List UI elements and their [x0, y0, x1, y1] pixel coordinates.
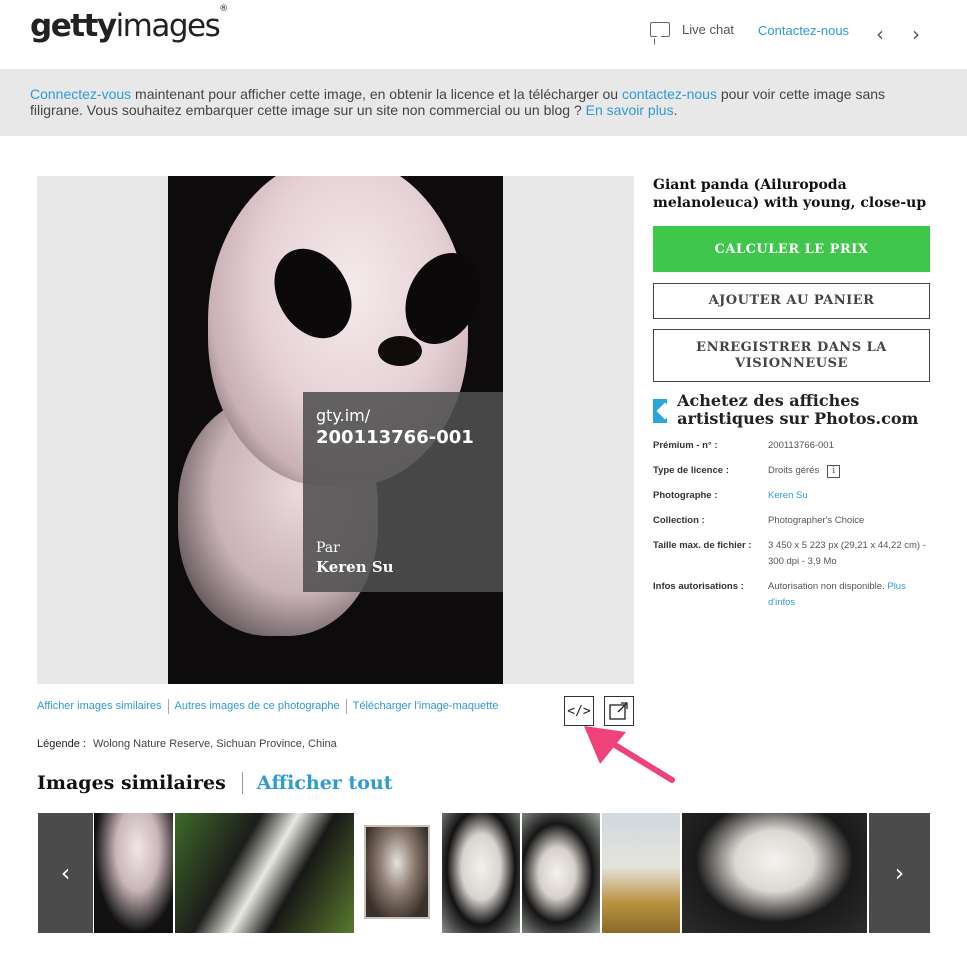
similar-images-title: Images similaires [37, 772, 226, 794]
caption-value: Wolong Nature Reserve, Sichuan Province,… [93, 738, 337, 750]
chevron-left-icon[interactable]: ‹ [876, 22, 884, 46]
purchase-panel: Giant panda (Ailuropoda melanoleuca) wit… [653, 176, 930, 608]
getty-logo[interactable]: gettyimages® [30, 4, 228, 44]
strip-next-button[interactable]: › [869, 813, 930, 933]
photos-promo[interactable]: Achetez des affiches artistiques sur Pho… [653, 392, 930, 428]
panda-nose [378, 336, 422, 366]
similar-thumbnail[interactable] [522, 813, 600, 933]
detail-row: Photographe : Keren Su [653, 488, 930, 504]
detail-value: Photographer's Choice [768, 515, 865, 526]
login-banner: Connectez-vous maintenant pour afficher … [0, 69, 967, 136]
detail-value: 3 450 x 5 223 px (29,21 x 44,22 cm) - 30… [768, 540, 926, 567]
save-to-board-button[interactable]: ENREGISTRER DANS LA VISIONNEUSE [653, 329, 930, 382]
image-details: Prémium - n° : 200113766-001 Type de lic… [653, 438, 930, 620]
photos-logo-icon [653, 399, 668, 423]
similar-thumbnail[interactable] [682, 813, 867, 933]
detail-label: Prémium - n° : [653, 440, 718, 451]
license-value: Droits gérés [768, 465, 820, 476]
detail-label: Photographe : [653, 490, 718, 501]
info-icon[interactable]: i [827, 465, 841, 478]
photographer-images-link[interactable]: Autres images de ce photographe [167, 699, 346, 714]
live-chat-button[interactable]: Live chat [650, 22, 734, 37]
expand-icon [609, 702, 628, 720]
contact-link[interactable]: Contactez-nous [758, 23, 849, 38]
live-chat-label: Live chat [682, 22, 735, 37]
detail-value: 200113766-001 [768, 440, 834, 451]
auth-value: Autorisation non disponible. [768, 581, 888, 592]
login-link[interactable]: Connectez-vous [30, 86, 131, 102]
similar-images-link[interactable]: Afficher images similaires [37, 699, 168, 714]
detail-row: Collection : Photographer's Choice [653, 513, 930, 529]
chat-bubble-icon [650, 22, 670, 37]
add-to-cart-button[interactable]: AJOUTER AU PANIER [653, 283, 930, 319]
main-image-area: gty.im/ 200113766-001 Par Keren Su [37, 176, 634, 684]
detail-row: Infos autorisations : Autorisation non d… [653, 579, 930, 611]
panda-eye [258, 234, 368, 353]
similar-thumbnail[interactable] [602, 813, 680, 933]
similar-images-header: Images similaires Afficher tout [37, 772, 392, 794]
caption-label: Légende : [37, 738, 86, 750]
promo-text: Achetez des affiches artistiques sur Pho… [677, 391, 919, 428]
learn-more-link[interactable]: En savoir plus [586, 102, 674, 118]
watermark-name: Keren Su [316, 558, 394, 576]
download-comp-link[interactable]: Télécharger l'image-maquette [345, 699, 505, 714]
divider [241, 772, 243, 794]
similar-images-strip: ‹ › [38, 813, 930, 933]
watermark-url: gty.im/ [316, 406, 371, 425]
detail-label: Taille max. de fichier : [653, 540, 752, 551]
detail-row: Prémium - n° : 200113766-001 [653, 438, 930, 454]
pointer-arrow-icon [584, 726, 675, 783]
strip-prev-button[interactable]: ‹ [38, 813, 93, 933]
chevron-right-icon[interactable]: › [912, 22, 920, 46]
banner-text-1: maintenant pour afficher cette image, en… [131, 86, 622, 102]
detail-row: Type de licence : Droits gérés i [653, 463, 930, 479]
similar-thumbnail[interactable] [175, 813, 354, 933]
watermark-overlay: gty.im/ 200113766-001 Par Keren Su [303, 392, 503, 592]
similar-thumbnail[interactable] [356, 813, 441, 933]
similar-thumbnail[interactable] [442, 813, 520, 933]
detail-label: Infos autorisations : [653, 581, 744, 592]
header: gettyimages® Live chat Contactez-nous ‹ … [0, 0, 967, 68]
detail-value: Autorisation non disponible. Plus d'info… [768, 579, 930, 611]
detail-value: Droits gérés i [768, 463, 841, 479]
show-all-link[interactable]: Afficher tout [257, 772, 393, 794]
photographer-link[interactable]: Keren Su [768, 488, 808, 504]
image-title: Giant panda (Ailuropoda melanoleuca) wit… [653, 177, 927, 211]
detail-label: Collection : [653, 515, 705, 526]
banner-contact-link[interactable]: contactez-nous [622, 86, 717, 102]
panda-photo[interactable]: gty.im/ 200113766-001 Par Keren Su [168, 176, 503, 684]
detail-label: Type de licence : [653, 465, 729, 476]
watermark-id: 200113766-001 [316, 427, 474, 448]
calculate-price-button[interactable]: CALCULER LE PRIX [653, 226, 930, 272]
caption: Légende : Wolong Nature Reserve, Sichuan… [37, 738, 337, 750]
banner-text-3: . [673, 102, 678, 118]
image-links: Afficher images similaires Autres images… [37, 699, 504, 714]
detail-row: Taille max. de fichier : 3 450 x 5 223 p… [653, 538, 930, 570]
watermark-by: Par [316, 540, 340, 556]
similar-thumbnail[interactable] [94, 813, 173, 933]
